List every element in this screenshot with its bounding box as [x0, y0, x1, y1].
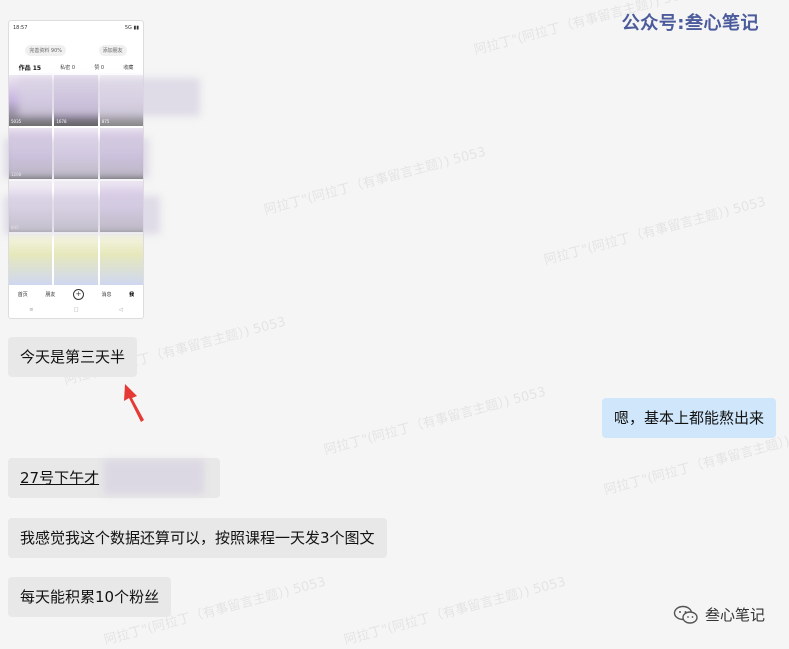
phone-tab-likes: 赞 0 [94, 64, 105, 71]
message-bubble[interactable]: 我感觉我这个数据还算可以，按照课程一天发3个图文 [8, 518, 387, 558]
footer-brand: 叁心笔记 [673, 604, 765, 625]
chat-window: 阿拉丁"(阿拉丁（有事留言主题）) 5053 阿拉丁"(阿拉丁（有事留言主题）)… [0, 0, 789, 649]
phone-nav-friends: 朋友 [45, 291, 56, 298]
watermark: 阿拉丁"(阿拉丁（有事留言主题）) 5053 [322, 384, 548, 459]
phone-tab-private: 私密 0 [60, 64, 76, 71]
phone-tile [54, 234, 98, 285]
footer-brand-label: 叁心笔记 [704, 606, 765, 624]
watermark: 阿拉丁"(阿拉丁（有事留言主题）) 5053 [262, 144, 488, 219]
phone-nav-bar: 首页 朋友 + 消息 我 [9, 287, 143, 301]
phone-tile [99, 234, 143, 285]
home-square-icon: □ [73, 307, 79, 313]
brand-title: 公众号:叁心笔记 [621, 13, 759, 34]
phone-tab-works: 作品 15 [18, 64, 42, 72]
watermark: 阿拉丁"(阿拉丁（有事留言主题）) 5053 [542, 194, 768, 269]
message-text: 今天是第三天半 [20, 348, 126, 366]
message-bubble[interactable]: 每天能积累10个粉丝 [8, 577, 172, 617]
phone-stats-row: 完善资料 90% 添加朋友 [9, 43, 143, 57]
phone-nav-messages: 消息 [101, 291, 112, 298]
message-text: 27号下午才 [20, 469, 100, 487]
phone-stat: 完善资料 90% [25, 44, 67, 56]
privacy-blur [4, 196, 160, 234]
phone-system-nav: ≡ □ ◁ [9, 305, 143, 315]
privacy-blur [104, 460, 204, 494]
menu-icon: ≡ [29, 307, 34, 313]
phone-tab-row: 作品 15 私密 0 赞 0 收藏 [9, 61, 143, 73]
message-text: 我感觉我这个数据还算可以，按照课程一天发3个图文 [20, 529, 375, 547]
phone-status-bar: 18:57 5G ▮▮ [9, 21, 143, 35]
phone-tab-favorites: 收藏 [123, 64, 134, 71]
privacy-blur [4, 138, 149, 178]
plus-icon: + [72, 288, 84, 300]
message-bubble[interactable]: 今天是第三天半 [8, 337, 138, 377]
back-triangle-icon: ◁ [118, 307, 123, 313]
phone-time: 18:57 [13, 25, 28, 31]
message-bubble[interactable]: 嗯，基本上都能熬出来 [601, 398, 776, 438]
phone-signal: 5G ▮▮ [124, 25, 139, 31]
phone-nav-home: 首页 [17, 291, 28, 298]
message-text: 嗯，基本上都能熬出来 [613, 409, 764, 427]
watermark: 阿拉丁"(阿拉丁（有事留言主题）) 5053 [342, 574, 568, 649]
phone-stat: 添加朋友 [98, 44, 127, 56]
phone-nav-me: 我 [129, 291, 135, 298]
message-text: 每天能积累10个粉丝 [20, 588, 160, 606]
privacy-blur [18, 78, 200, 116]
phone-tile [9, 234, 53, 285]
red-arrow-icon [124, 384, 144, 422]
wechat-icon [673, 605, 698, 624]
